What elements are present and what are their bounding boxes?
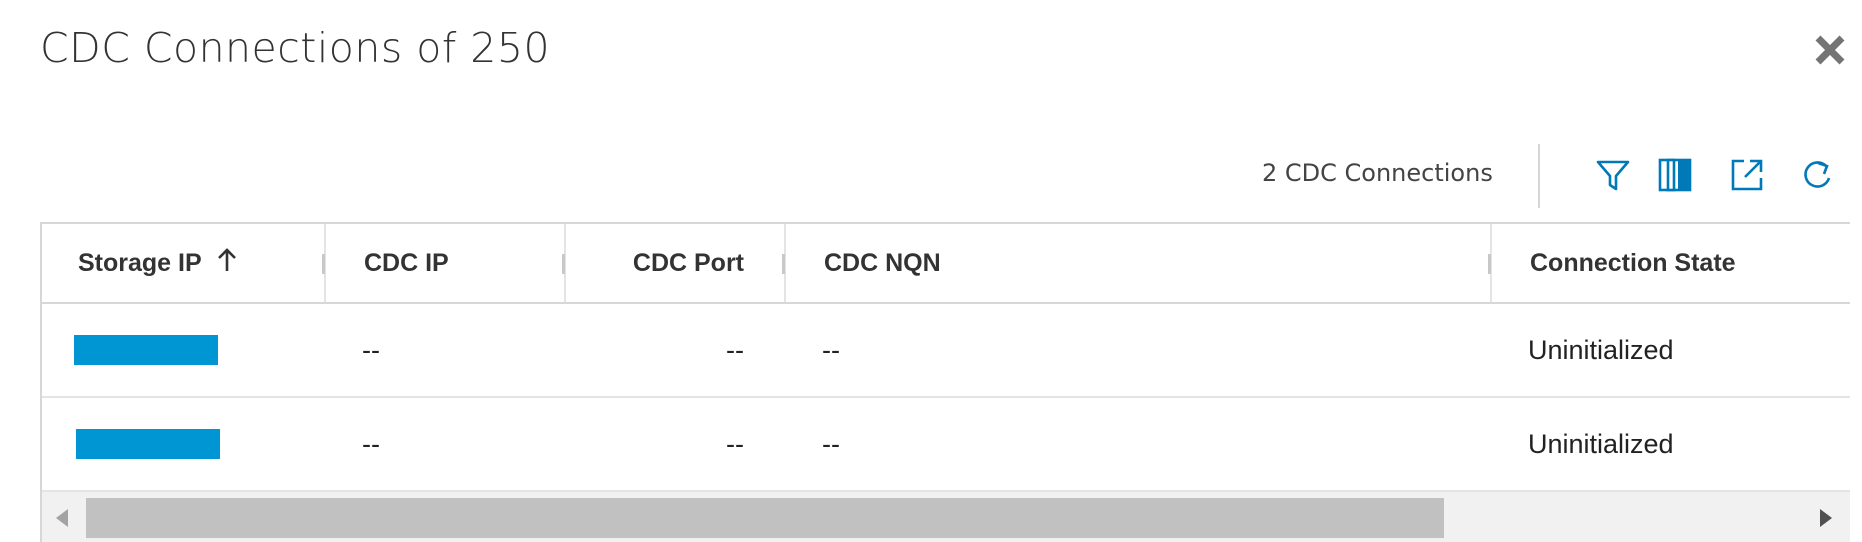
- close-icon: [1815, 35, 1845, 65]
- column-resize-handle[interactable]: [562, 254, 565, 274]
- sort-ascending-icon[interactable]: [216, 247, 238, 280]
- refresh-icon: [1804, 161, 1831, 188]
- columns-icon: [1658, 158, 1692, 192]
- filter-icon: [1596, 160, 1630, 191]
- table-row[interactable]: -- -- -- Uninitialized: [42, 304, 1850, 398]
- column-header-label: Storage IP: [78, 248, 202, 277]
- cdc-ip-cell: --: [362, 334, 380, 365]
- storage-ip-cell: [74, 304, 218, 396]
- connection-state-cell: Uninitialized: [1528, 334, 1674, 365]
- cdc-nqn-cell: --: [822, 428, 840, 459]
- column-header-storage-ip[interactable]: Storage IP: [78, 224, 358, 302]
- column-header-cdc-ip[interactable]: CDC IP: [364, 224, 564, 302]
- filter-button[interactable]: [1594, 156, 1632, 194]
- scroll-right-button[interactable]: [1806, 492, 1846, 542]
- column-resize-handle[interactable]: [782, 254, 785, 274]
- table-row[interactable]: -- -- -- Uninitialized: [42, 398, 1850, 492]
- triangle-left-icon: [56, 509, 68, 527]
- column-header-cdc-port[interactable]: CDC Port: [568, 224, 744, 302]
- storage-ip-cell: [76, 398, 220, 490]
- column-resize-handle[interactable]: [1488, 254, 1491, 274]
- storage-ip-redacted: [74, 335, 218, 365]
- triangle-right-icon: [1820, 509, 1832, 527]
- close-button[interactable]: [1810, 30, 1850, 70]
- column-header-cdc-nqn[interactable]: CDC NQN: [824, 224, 1424, 302]
- cdc-ip-cell: --: [362, 428, 380, 459]
- cdc-nqn-cell: --: [822, 334, 840, 365]
- scroll-left-button[interactable]: [42, 492, 82, 542]
- connections-count: 2 CDC Connections: [1262, 159, 1493, 187]
- horizontal-scrollbar[interactable]: [42, 492, 1850, 542]
- connections-table: Storage IP CDC IP CDC Port CDC NQN Conne…: [40, 222, 1850, 542]
- scrollbar-thumb[interactable]: [86, 498, 1444, 538]
- storage-ip-redacted: [76, 429, 220, 459]
- toolbar-divider: [1538, 144, 1540, 208]
- columns-button[interactable]: [1656, 156, 1694, 194]
- export-icon: [1731, 159, 1763, 191]
- cdc-port-cell: --: [726, 428, 744, 459]
- table-header: Storage IP CDC IP CDC Port CDC NQN Conne…: [42, 224, 1850, 304]
- refresh-button[interactable]: [1798, 156, 1836, 194]
- export-button[interactable]: [1728, 156, 1766, 194]
- cdc-port-cell: --: [726, 334, 744, 365]
- column-resize-handle[interactable]: [322, 254, 325, 274]
- column-header-connection-state[interactable]: Connection State: [1530, 224, 1830, 302]
- dialog-title: CDC Connections of 250: [40, 24, 551, 72]
- connection-state-cell: Uninitialized: [1528, 428, 1674, 459]
